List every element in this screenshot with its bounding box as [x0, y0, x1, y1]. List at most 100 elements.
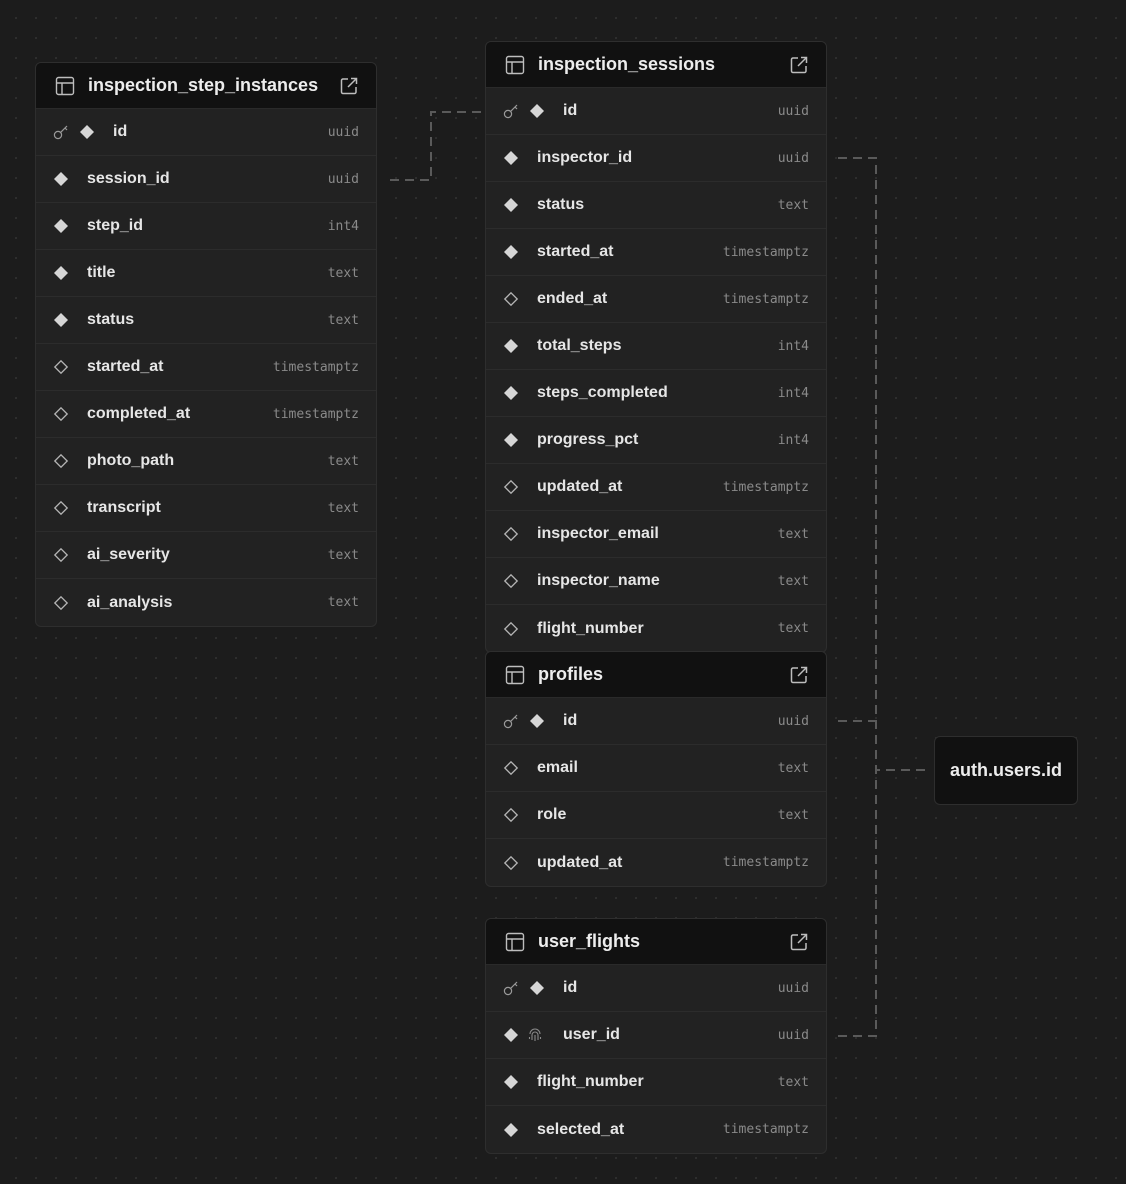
column-name: id [563, 979, 578, 996]
column-row-flight-number[interactable]: flight_number text [486, 1059, 826, 1106]
column-row-selected-at[interactable]: selected_at timestamptz [486, 1106, 826, 1153]
table-header[interactable]: inspection_sessions [486, 42, 826, 88]
external-link-icon [789, 665, 809, 685]
column-name: id [113, 123, 128, 140]
table-header[interactable]: profiles [486, 652, 826, 698]
table-header[interactable]: inspection_step_instances [36, 63, 376, 109]
column-icons [503, 760, 537, 776]
column-row-completed-at[interactable]: completed_at timestamptz [36, 391, 376, 438]
hollow-diamond-icon [503, 807, 519, 823]
column-name: selected_at [537, 1120, 625, 1138]
column-type: text [777, 526, 809, 542]
column-icons [53, 359, 87, 375]
filled-diamond-icon [503, 432, 519, 448]
open-table-button[interactable] [788, 931, 810, 953]
column-row-id[interactable]: id uuid [486, 88, 826, 135]
column-type: timestamptz [272, 406, 359, 422]
column-row-updated-at[interactable]: updated_at timestamptz [486, 839, 826, 886]
column-name: session_id [87, 170, 170, 187]
column-type: timestamptz [272, 359, 359, 375]
column-row-started-at[interactable]: started_at timestamptz [36, 344, 376, 391]
column-type: text [777, 621, 809, 636]
column-row-title[interactable]: title text [36, 250, 376, 297]
column-icons [53, 453, 87, 469]
column-icons [503, 526, 537, 542]
table-card-inspection-sessions[interactable]: inspection_sessions id uuid inspector_id uui… [485, 41, 827, 653]
hollow-diamond-icon [503, 760, 519, 776]
table-header[interactable]: user_flights [486, 919, 826, 965]
open-table-button[interactable] [788, 54, 810, 76]
table-icon [504, 54, 526, 76]
column-row-progress-pct[interactable]: progress_pct int4 [486, 417, 826, 464]
column-row-steps-completed[interactable]: steps_completed int4 [486, 370, 826, 417]
column-row-session-id[interactable]: session_id uuid [36, 156, 376, 203]
column-row-email[interactable]: email text [486, 745, 826, 792]
table-card-user-flights[interactable]: user_flightsid uuid user_id uuid flight_numb… [485, 918, 827, 1154]
column-icons [503, 197, 537, 213]
filled-diamond-icon [53, 265, 69, 281]
column-type: timestamptz [722, 244, 809, 260]
column-type: uuid [327, 124, 359, 140]
column-row-flight-number[interactable]: flight_number text [486, 605, 826, 652]
open-table-button[interactable] [788, 664, 810, 686]
reference-node-auth-users-id[interactable]: auth.users.id [934, 736, 1078, 805]
hollow-diamond-icon [53, 359, 69, 375]
table-icon [504, 664, 526, 686]
filled-diamond-icon [53, 312, 69, 328]
column-icons [503, 385, 537, 401]
column-icons [503, 713, 563, 729]
hollow-diamond-icon [503, 621, 519, 637]
column-row-id[interactable]: id uuid [36, 109, 376, 156]
column-row-status[interactable]: status text [36, 297, 376, 344]
column-row-id[interactable]: id uuid [486, 965, 826, 1012]
hollow-diamond-icon [53, 500, 69, 516]
column-row-started-at[interactable]: started_at timestamptz [486, 229, 826, 276]
schema-canvas[interactable]: inspection_step_instancesid uuid session_i… [0, 0, 1126, 1184]
column-row-ended-at[interactable]: ended_at timestamptz [486, 276, 826, 323]
table-card-profiles[interactable]: profiles id uuid email text role text updated_a… [485, 651, 827, 887]
column-icons [53, 500, 87, 516]
column-row-id[interactable]: id uuid [486, 698, 826, 745]
column-type: text [327, 312, 359, 328]
column-row-inspector-id[interactable]: inspector_id uuid [486, 135, 826, 182]
column-row-inspector-name[interactable]: inspector_name text [486, 558, 826, 605]
column-name: updated_at [537, 853, 623, 871]
open-table-button[interactable] [338, 75, 360, 97]
filled-diamond-icon [529, 980, 545, 996]
column-row-role[interactable]: role text [486, 792, 826, 839]
column-type: text [327, 547, 359, 563]
column-row-ai-severity[interactable]: ai_severity text [36, 532, 376, 579]
edge-session-to-sessions-id [390, 111, 486, 181]
column-name: id [563, 712, 578, 729]
column-type: text [777, 760, 809, 776]
column-icons [503, 1027, 563, 1043]
column-name: status [87, 311, 135, 328]
table-title: user_flights [538, 931, 641, 951]
column-icons [503, 291, 537, 307]
column-type: text [327, 265, 359, 281]
column-icons [503, 980, 563, 996]
column-row-total-steps[interactable]: total_steps int4 [486, 323, 826, 370]
column-row-user-id[interactable]: user_id uuid [486, 1012, 826, 1059]
column-icons [503, 338, 537, 354]
column-row-status[interactable]: status text [486, 182, 826, 229]
column-name: ai_analysis [87, 593, 173, 611]
column-row-transcript[interactable]: transcript text [36, 485, 376, 532]
column-name: inspector_email [537, 525, 659, 542]
column-name: photo_path [87, 452, 175, 469]
column-type: int4 [327, 218, 359, 234]
filled-diamond-icon [503, 385, 519, 401]
column-row-step-id[interactable]: step_id int4 [36, 203, 376, 250]
column-icons [53, 218, 87, 234]
key-icon [503, 980, 521, 996]
column-type: text [777, 197, 809, 213]
column-icons [503, 103, 563, 119]
table-card-inspection-step-instances[interactable]: inspection_step_instancesid uuid session_i… [35, 62, 377, 627]
column-name: total_steps [537, 337, 622, 354]
column-name: email [537, 759, 578, 776]
column-row-ai-analysis[interactable]: ai_analysis text [36, 579, 376, 626]
column-icons [503, 855, 537, 871]
column-row-photo-path[interactable]: photo_path text [36, 438, 376, 485]
column-row-inspector-email[interactable]: inspector_email text [486, 511, 826, 558]
column-row-updated-at[interactable]: updated_at timestamptz [486, 464, 826, 511]
